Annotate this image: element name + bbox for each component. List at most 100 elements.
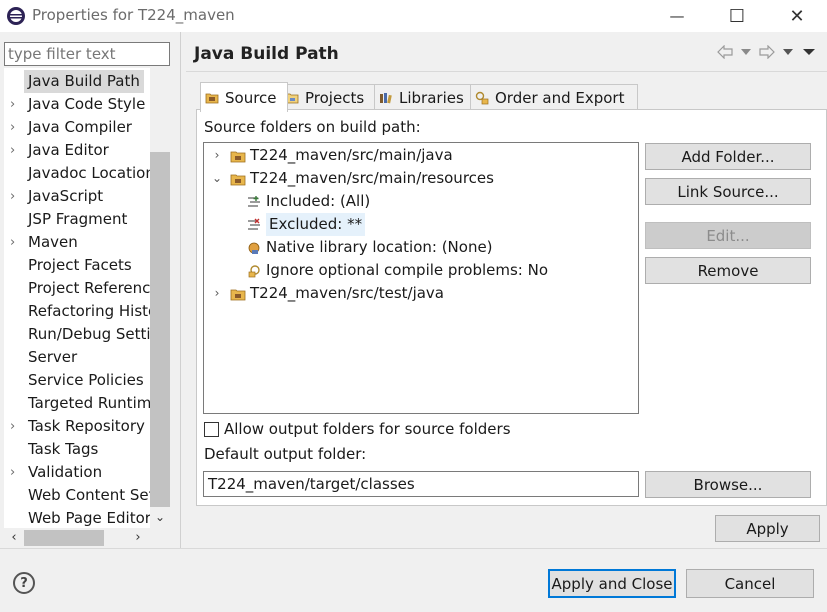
source-folders-tree[interactable]: › T224_maven/src/main/java ⌄ T224_maven/src… bbox=[203, 142, 639, 414]
apply-and-close-button[interactable]: Apply and Close bbox=[548, 569, 676, 598]
nav-item-label: Java Code Style bbox=[28, 95, 146, 113]
source-folder-attribute-row[interactable]: Excluded: ** bbox=[246, 213, 366, 236]
nav-vertical-scroll-thumb[interactable] bbox=[150, 152, 170, 507]
allow-output-folders-label: Allow output folders for source folders bbox=[224, 420, 511, 438]
source-folder-icon bbox=[205, 93, 219, 103]
nav-item-label: Validation bbox=[28, 463, 103, 481]
nav-item-label: JSP Fragment bbox=[28, 210, 128, 228]
expand-chevron-icon[interactable]: › bbox=[10, 461, 22, 484]
tree-node-label: T224_maven/src/main/resources bbox=[250, 169, 494, 187]
source-folder-row[interactable]: › T224_maven/src/test/java bbox=[210, 282, 444, 305]
close-window-button[interactable]: ✕ bbox=[774, 0, 820, 32]
nav-item-label: Java Editor bbox=[28, 141, 109, 159]
nav-item[interactable]: › Validation bbox=[4, 461, 150, 484]
nav-item[interactable]: Task Tags bbox=[4, 438, 150, 461]
nav-item-label: Run/Debug Settings bbox=[28, 325, 170, 343]
expand-chevron-icon[interactable]: › bbox=[10, 415, 22, 438]
cancel-label: Cancel bbox=[724, 574, 776, 593]
maximize-icon: ☐ bbox=[728, 5, 746, 27]
nav-item[interactable]: Run/Debug Settings bbox=[4, 323, 170, 346]
minimize-button[interactable]: — bbox=[654, 0, 700, 32]
tab-order-and-export[interactable]: Order and Export bbox=[470, 84, 638, 111]
cancel-button[interactable]: Cancel bbox=[686, 569, 814, 598]
pane-divider[interactable] bbox=[180, 32, 181, 548]
forward-menu-chevron-down-icon[interactable] bbox=[783, 49, 793, 55]
nav-item[interactable]: Web Page Editor bbox=[4, 507, 151, 528]
nav-item-label: Task Repository bbox=[28, 417, 145, 435]
eclipse-app-icon bbox=[7, 7, 25, 25]
source-folder-row[interactable]: ⌄ T224_maven/src/main/resources bbox=[210, 167, 494, 190]
expand-chevron-icon[interactable]: › bbox=[10, 231, 22, 254]
window-title: Properties for T224_maven bbox=[32, 6, 235, 24]
nav-item[interactable]: › Java Compiler bbox=[4, 116, 150, 139]
nav-item[interactable]: Project References bbox=[4, 277, 167, 300]
nav-item-label: Maven bbox=[28, 233, 78, 251]
apply-label: Apply bbox=[746, 519, 789, 538]
source-folder-attribute-row[interactable]: Native library location: (None) bbox=[246, 236, 493, 259]
scroll-left-arrow-icon[interactable]: ‹ bbox=[4, 528, 24, 547]
nav-item[interactable]: Java Build Path bbox=[4, 70, 150, 93]
source-folder-attribute-row[interactable]: Ignore optional compile problems: No bbox=[246, 259, 548, 282]
nav-item[interactable]: Targeted Runtimes bbox=[4, 392, 168, 415]
nav-item[interactable]: JSP Fragment bbox=[4, 208, 150, 231]
nav-item-label: Refactoring History bbox=[28, 302, 170, 320]
tab-projects[interactable]: Projects bbox=[280, 84, 382, 111]
nav-item[interactable]: Server bbox=[4, 346, 150, 369]
tree-node-label: Excluded: ** bbox=[266, 213, 366, 236]
tree-node-label: T224_maven/src/main/java bbox=[250, 146, 453, 164]
edit-label: Edit... bbox=[706, 226, 750, 245]
nav-item[interactable]: › Java Code Style bbox=[4, 93, 150, 116]
tab-label: Libraries bbox=[399, 89, 464, 107]
nav-horizontal-scroll-thumb[interactable] bbox=[24, 530, 104, 546]
nav-item-label: Targeted Runtimes bbox=[28, 394, 169, 412]
maximize-button[interactable]: ☐ bbox=[714, 0, 760, 32]
order-export-icon bbox=[475, 91, 489, 105]
add-folder-label: Add Folder... bbox=[681, 147, 775, 166]
nav-item[interactable]: Project Facets bbox=[4, 254, 150, 277]
remove-button[interactable]: Remove bbox=[645, 257, 811, 284]
allow-output-folders-checkbox[interactable] bbox=[204, 422, 219, 437]
view-menu-chevron-down-icon[interactable] bbox=[803, 49, 815, 55]
scroll-down-arrow-icon[interactable]: ⌄ bbox=[150, 507, 170, 527]
collapse-chevron-icon[interactable]: ⌄ bbox=[210, 167, 224, 190]
tab-libraries[interactable]: Libraries bbox=[374, 84, 478, 111]
nav-item-label: Java Build Path bbox=[24, 70, 144, 93]
apply-button[interactable]: Apply bbox=[715, 515, 820, 542]
expand-chevron-icon[interactable]: › bbox=[10, 116, 22, 139]
help-icon[interactable]: ? bbox=[13, 572, 35, 594]
nav-item[interactable]: › Maven bbox=[4, 231, 150, 254]
nav-item[interactable]: Javadoc Location bbox=[4, 162, 155, 185]
nav-item[interactable]: Refactoring History bbox=[4, 300, 170, 323]
browse-button[interactable]: Browse... bbox=[645, 471, 811, 498]
back-arrow-icon[interactable] bbox=[717, 45, 733, 59]
nav-item[interactable]: › Java Editor bbox=[4, 139, 150, 162]
expand-chevron-icon[interactable]: › bbox=[10, 185, 22, 208]
expand-chevron-icon[interactable]: › bbox=[210, 144, 224, 167]
expand-chevron-icon[interactable]: › bbox=[10, 93, 22, 116]
source-folders-label: Source folders on build path: bbox=[204, 118, 421, 136]
scroll-right-arrow-icon[interactable]: › bbox=[128, 528, 148, 547]
expand-chevron-icon[interactable]: › bbox=[210, 282, 224, 305]
package-folder-icon bbox=[230, 151, 246, 162]
tab-label: Source bbox=[225, 88, 277, 107]
nav-item-label: Project Facets bbox=[28, 256, 132, 274]
source-folder-row[interactable]: › T224_maven/src/main/java bbox=[210, 144, 453, 167]
expand-chevron-icon[interactable]: › bbox=[10, 139, 22, 162]
add-folder-button[interactable]: Add Folder... bbox=[645, 143, 811, 170]
link-source-button[interactable]: Link Source... bbox=[645, 178, 811, 205]
nav-item[interactable]: › Task Repository bbox=[4, 415, 150, 438]
header-separator bbox=[186, 71, 827, 72]
libraries-icon bbox=[380, 93, 392, 104]
nav-item[interactable]: Web Content Settings bbox=[4, 484, 170, 507]
tab-source[interactable]: Source bbox=[200, 82, 288, 112]
nav-item[interactable]: Service Policies bbox=[4, 369, 150, 392]
edit-button[interactable]: Edit... bbox=[645, 222, 811, 249]
default-output-folder-field[interactable]: T224_maven/target/classes bbox=[203, 471, 639, 497]
nav-item[interactable]: › JavaScript bbox=[4, 185, 150, 208]
package-folder-icon bbox=[230, 174, 246, 185]
filter-input[interactable] bbox=[4, 42, 170, 66]
tab-label: Order and Export bbox=[495, 89, 625, 107]
forward-arrow-icon[interactable] bbox=[759, 45, 775, 59]
source-folder-attribute-row[interactable]: Included: (All) bbox=[246, 190, 370, 213]
back-menu-chevron-down-icon[interactable] bbox=[741, 49, 751, 55]
